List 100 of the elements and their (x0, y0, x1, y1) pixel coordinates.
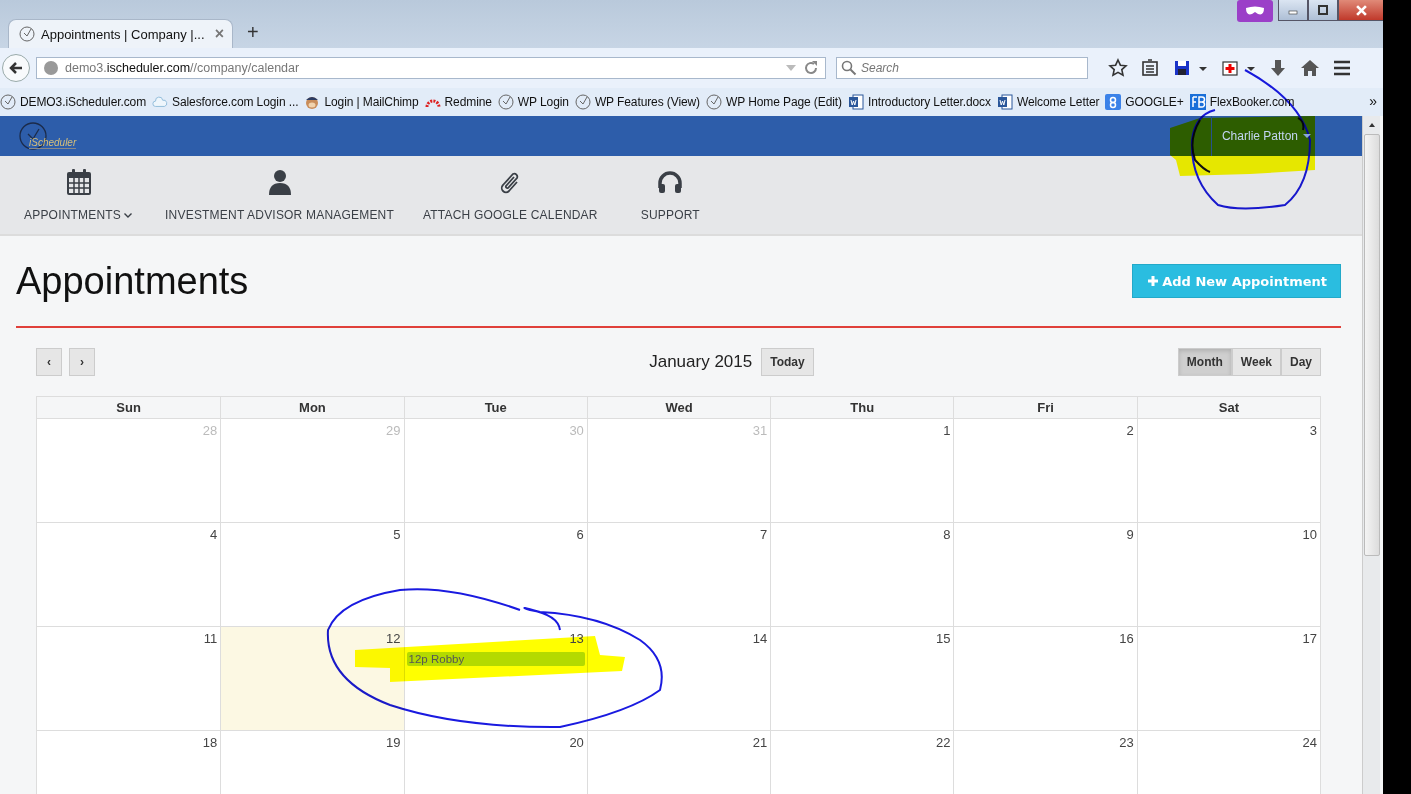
maximize-icon (1318, 5, 1328, 15)
day-number: 9 (1126, 527, 1135, 542)
day-number: 10 (1302, 527, 1318, 542)
day-cell[interactable]: 8 (770, 523, 954, 627)
day-cell[interactable]: 3 (1136, 419, 1320, 523)
search-icon (841, 60, 857, 76)
day-number: 5 (393, 527, 402, 542)
back-button[interactable] (2, 54, 30, 82)
bookmark-link[interactable]: WP Login (517, 95, 569, 109)
bookmark-logo-icon (1189, 94, 1206, 110)
day-cell[interactable]: 12 (220, 627, 404, 731)
day-cell[interactable]: 5 (220, 523, 404, 627)
new-tab-button[interactable]: + (247, 21, 259, 44)
day-cell[interactable]: 11 (37, 627, 221, 731)
day-number: 22 (935, 735, 952, 750)
day-number: 7 (759, 527, 769, 542)
tab-title: Appointments | Company |... (41, 26, 206, 42)
day-cell[interactable]: 7 (586, 523, 771, 627)
clock-icon (497, 94, 514, 110)
day-number: 24 (1302, 735, 1318, 750)
day-cell[interactable]: 21 (586, 731, 771, 794)
star-icon[interactable] (1108, 58, 1128, 78)
day-number: 30 (569, 423, 585, 438)
globe-icon (43, 60, 59, 76)
bookmark-link[interactable]: GOOGLE+ (1125, 95, 1184, 109)
bookmark-link[interactable]: Introductory Letter.docx (867, 95, 991, 109)
document-icon (996, 94, 1013, 110)
bookmark-link[interactable]: Login | MailChimp (324, 95, 419, 109)
bookmark-link[interactable]: WP Features (View) (594, 95, 700, 109)
close-button[interactable] (1338, 0, 1383, 21)
calendar-title: January 2015 (649, 352, 753, 372)
day-number: 14 (752, 631, 769, 646)
day-cell[interactable]: 9 (953, 523, 1137, 627)
day-number: 12 (386, 631, 402, 646)
nav-item[interactable]: SUPPORT (610, 156, 730, 234)
logo-text: iScheduler (29, 138, 77, 149)
cloud-icon (152, 94, 169, 110)
search-field[interactable]: Search (836, 57, 1088, 79)
day-number: 15 (935, 631, 952, 646)
arrow-left-icon (8, 60, 24, 76)
bookmark-link[interactable]: Salesforce.com Login ... (172, 95, 299, 109)
day-cell[interactable]: 17 (1136, 627, 1320, 731)
view-tab[interactable]: Day (1281, 348, 1321, 376)
day-number: 11 (203, 631, 219, 646)
day-cell[interactable]: 24 (1136, 731, 1320, 794)
page-title: Appointments (16, 259, 249, 303)
download-icon[interactable] (1268, 58, 1288, 78)
day-cell[interactable]: 14 (586, 627, 771, 731)
clock-icon (574, 94, 591, 110)
day-number: 21 (752, 735, 769, 750)
day-cell[interactable]: 22 (770, 731, 954, 794)
document-icon (847, 94, 864, 110)
next-button[interactable]: › (69, 348, 95, 376)
home-icon[interactable] (1300, 58, 1320, 78)
day-cell[interactable]: 18 (37, 731, 221, 794)
scrollbar[interactable] (1362, 116, 1380, 794)
headphones-icon (657, 168, 684, 196)
previous-button[interactable]: ‹ (36, 348, 62, 376)
caret-icon (1302, 131, 1312, 141)
day-cell[interactable]: 23 (953, 731, 1137, 794)
clock-icon (706, 94, 722, 110)
bookmark-link[interactable]: WP Home Page (Edit) (726, 95, 842, 109)
day-cell[interactable]: 19 (220, 731, 404, 794)
menu-icon[interactable] (1332, 58, 1352, 78)
close-tab-button[interactable]: × (214, 25, 224, 43)
nav-item[interactable]: INVESTMENT ADVISOR MANAGEMENT (149, 156, 411, 234)
day-cell[interactable]: 6 (403, 523, 587, 627)
day-cell[interactable]: 1 (770, 419, 954, 523)
bookmark-link[interactable]: DEMO3.iScheduler.com (20, 95, 147, 109)
day-cell[interactable]: 10 (1136, 523, 1320, 627)
bookmark-link[interactable]: Redmine (444, 95, 492, 109)
day-cell[interactable]: 16 (953, 627, 1137, 731)
day-cell[interactable]: 2 (953, 419, 1137, 523)
day-number: 28 (202, 423, 219, 438)
first-aid-icon[interactable] (1220, 58, 1240, 78)
view-tab[interactable]: Month (1177, 348, 1232, 376)
day-cell[interactable]: 4 (37, 523, 221, 627)
reading-list-icon[interactable] (1140, 58, 1160, 78)
minimize-button[interactable] (1278, 0, 1308, 21)
browser-tab[interactable]: Appointments | Company |... × (8, 19, 233, 48)
url-text: demo3.ischeduler.com//company/calendar (65, 61, 301, 75)
calendar-icon (65, 168, 92, 196)
nav-item[interactable]: ATTACH GOOGLE CALENDAR (410, 156, 611, 234)
google-plus-icon (1105, 94, 1122, 110)
day-number: 6 (576, 527, 585, 542)
day-number: 16 (1119, 631, 1135, 646)
address-bar[interactable]: demo3.ischeduler.com//company/calendar (36, 57, 826, 79)
day-cell[interactable]: 15 (770, 627, 954, 731)
bookmark-link[interactable]: Welcome Letter (1016, 95, 1100, 109)
reload-icon[interactable] (803, 60, 819, 76)
view-tab[interactable]: Week (1231, 348, 1281, 376)
event-chip[interactable]: 12p Robby (406, 652, 585, 666)
today-button[interactable]: Today (761, 348, 814, 376)
clock-icon (19, 26, 35, 42)
day-number: 2 (1126, 423, 1135, 438)
maximize-button[interactable] (1308, 0, 1338, 21)
nav-item[interactable]: APPOINTMENTS (8, 156, 150, 234)
more-bookmarks-button[interactable]: » (1369, 93, 1377, 109)
day-number: 3 (1309, 423, 1318, 438)
day-cell[interactable]: 20 (403, 731, 587, 794)
